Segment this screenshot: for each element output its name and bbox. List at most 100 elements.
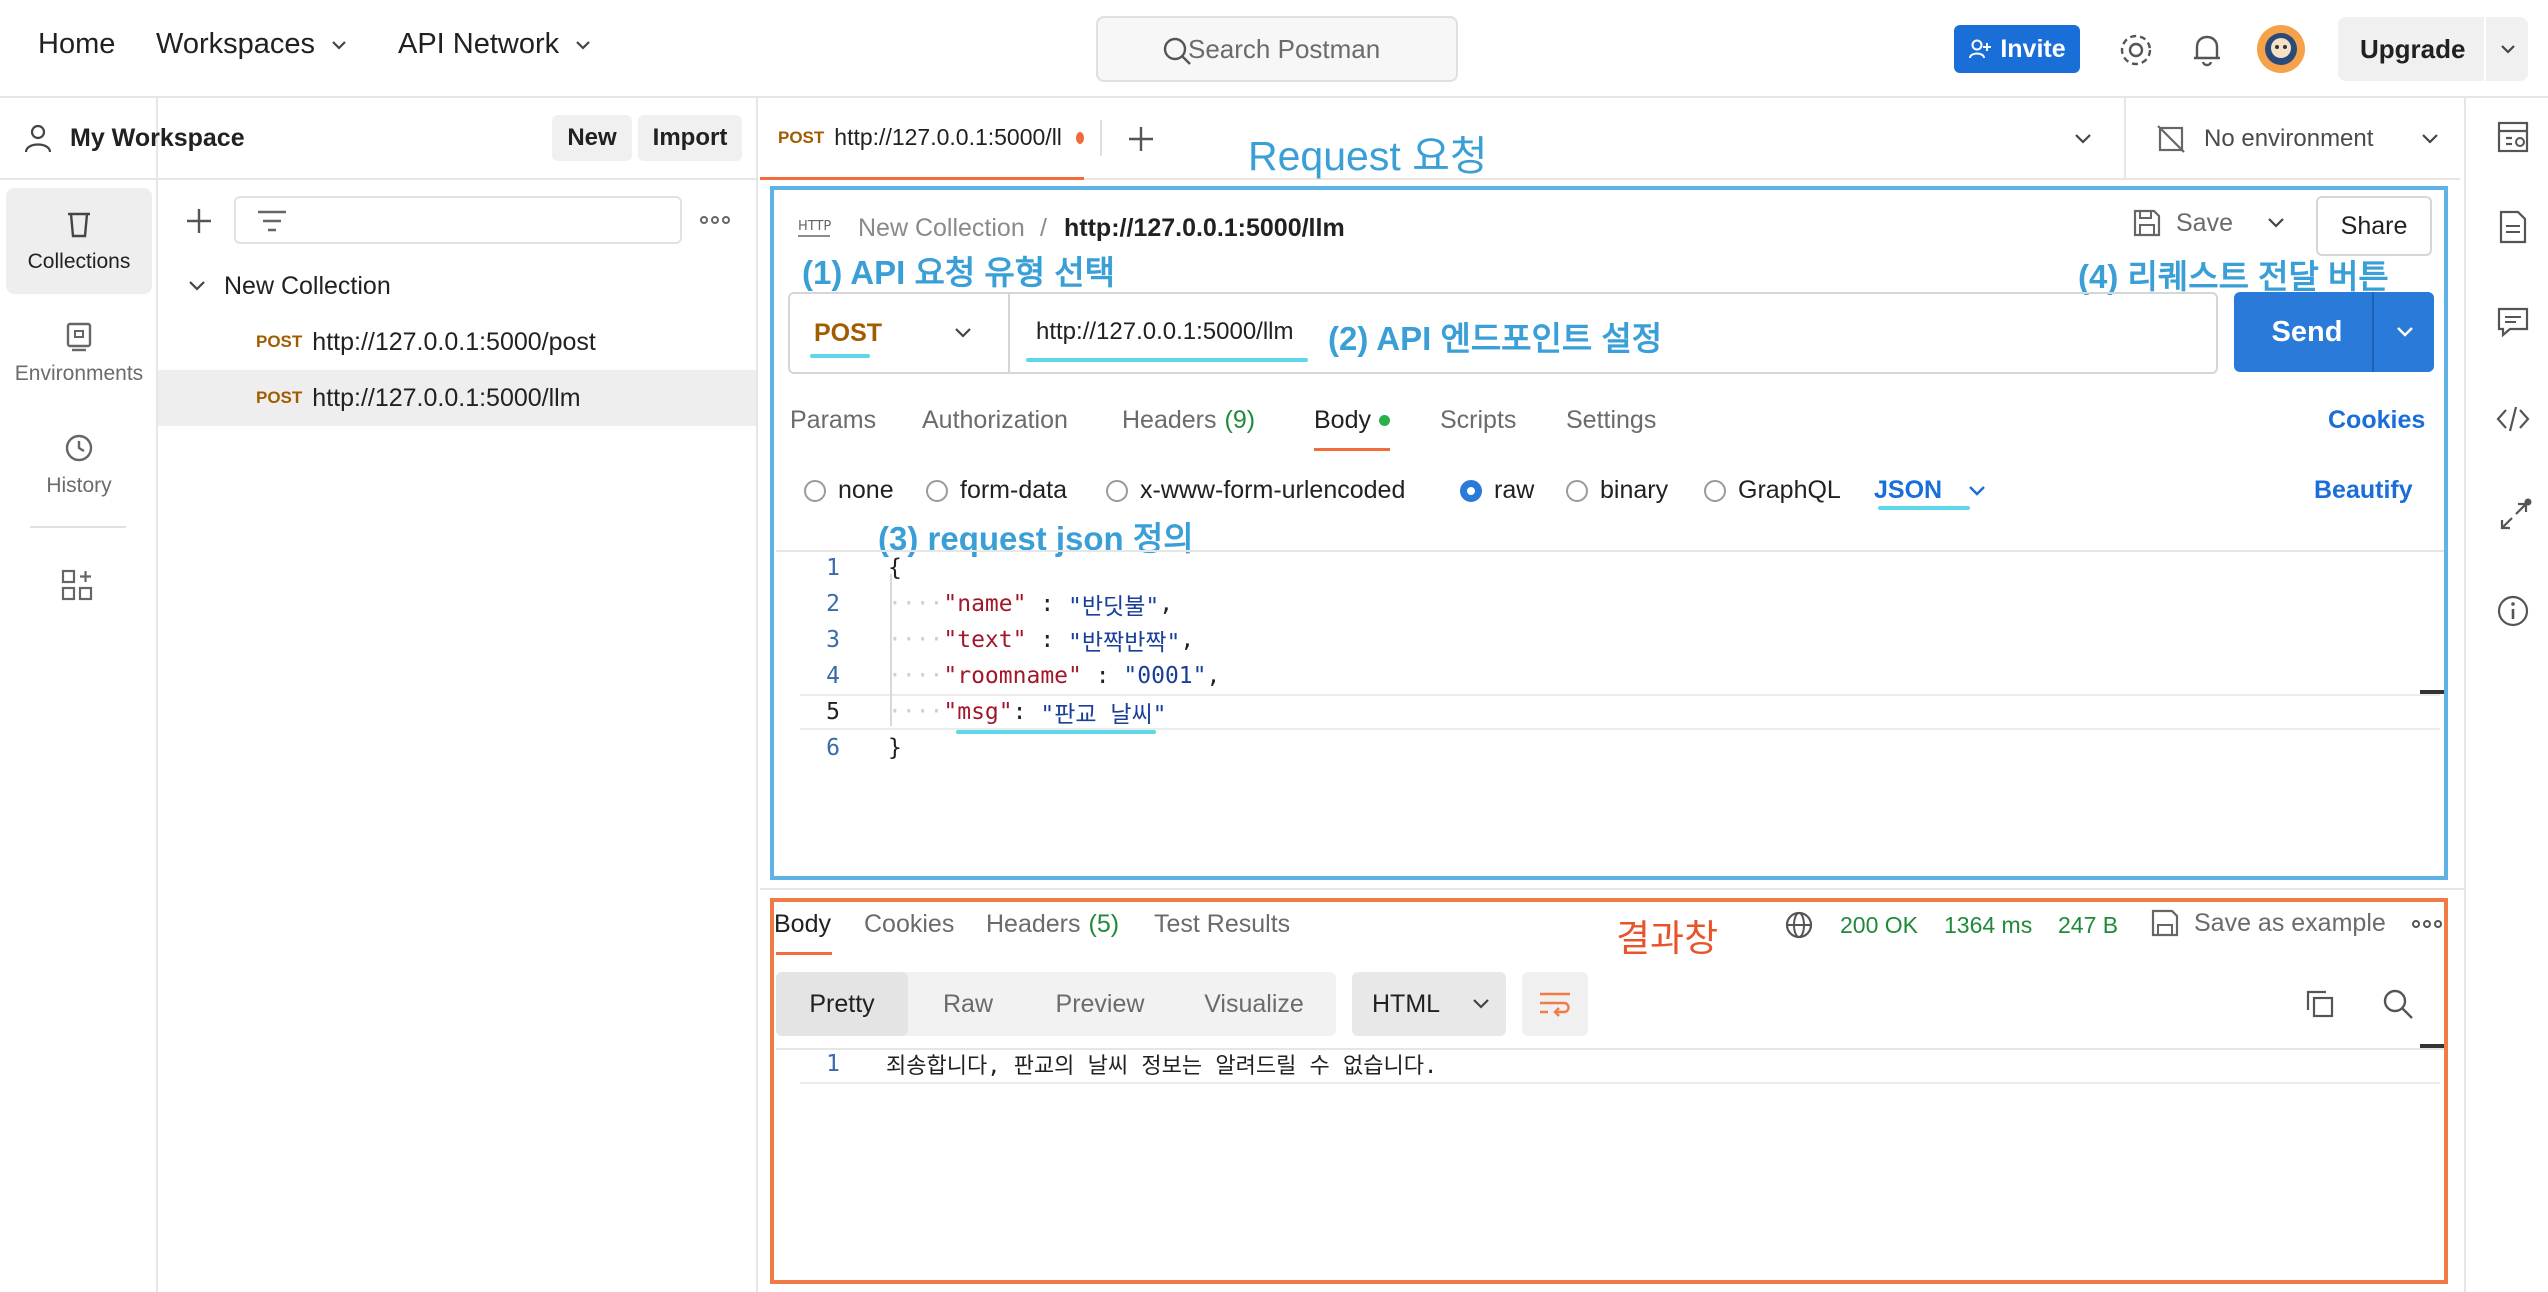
line-number: 5 <box>826 699 840 725</box>
json-key: "name" <box>943 591 1027 617</box>
view-raw[interactable]: Raw <box>908 972 1028 1036</box>
tab-params[interactable]: Params <box>790 406 876 435</box>
workspaces-menu[interactable]: Workspaces <box>156 28 349 61</box>
code-line: 6} <box>800 730 2440 766</box>
avatar[interactable] <box>2256 24 2306 74</box>
tab-headers[interactable]: Headers (9) <box>1122 406 1255 435</box>
workspace-name: My Workspace <box>70 124 245 152</box>
body-format-select[interactable]: JSON <box>1874 476 1988 505</box>
home-link[interactable]: Home <box>38 28 115 61</box>
indent: ···· <box>888 663 944 689</box>
view-pretty[interactable]: Pretty <box>776 972 908 1036</box>
view-visualize[interactable]: Visualize <box>1172 972 1336 1036</box>
import-button[interactable]: Import <box>638 115 742 161</box>
tab-underline <box>776 952 832 955</box>
more-options-icon[interactable] <box>700 210 730 230</box>
more-options-icon[interactable] <box>2412 916 2442 932</box>
tab-request[interactable]: POST http://127.0.0.1:5000/ll <box>760 98 1084 180</box>
tab-settings[interactable]: Settings <box>1566 406 1656 435</box>
environment-selector[interactable]: No environment <box>2124 98 2464 180</box>
bell-icon[interactable] <box>2190 32 2224 68</box>
globe-icon[interactable] <box>1784 910 1814 940</box>
tab-scripts[interactable]: Scripts <box>1440 406 1516 435</box>
response-time[interactable]: 1364 ms <box>1944 912 2032 939</box>
radio-raw[interactable]: raw <box>1460 476 1534 505</box>
list-item[interactable]: POST http://127.0.0.1:5000/post <box>158 314 756 370</box>
radio-none[interactable]: none <box>804 476 894 505</box>
related-collections-icon[interactable] <box>2496 498 2532 534</box>
view-label: Visualize <box>1204 989 1304 1018</box>
filter-input[interactable] <box>234 196 682 244</box>
chevron-down-icon[interactable] <box>2498 39 2518 59</box>
search-input[interactable]: Search Postman <box>1096 16 1458 82</box>
radio-circle <box>804 479 826 502</box>
comment-icon[interactable] <box>2496 306 2530 338</box>
url-input[interactable]: http://127.0.0.1:5000/llm <box>1036 318 1294 346</box>
line-number: 1 <box>826 1051 840 1077</box>
cookies-link[interactable]: Cookies <box>2328 406 2425 435</box>
api-network-label: API Network <box>398 28 560 60</box>
view-label: Raw <box>942 989 993 1018</box>
response-tab-cookies[interactable]: Cookies <box>864 910 954 939</box>
save-button[interactable]: Save <box>2132 208 2287 238</box>
method-select[interactable]: POST <box>790 294 1010 372</box>
request-url: http://127.0.0.1:5000/post <box>312 327 596 356</box>
collection-item[interactable]: New Collection <box>186 258 746 314</box>
indent: ···· <box>888 699 944 725</box>
chevron-down-icon[interactable] <box>2394 321 2416 343</box>
unsaved-dot <box>1075 131 1084 144</box>
gear-icon[interactable] <box>2118 32 2154 68</box>
chevron-down-icon[interactable] <box>2072 128 2094 150</box>
status-dot <box>1378 415 1390 426</box>
send-label: Send <box>2271 315 2343 348</box>
beautify-link[interactable]: Beautify <box>2314 476 2413 505</box>
tab-authorization[interactable]: Authorization <box>922 406 1068 435</box>
radio-graphql[interactable]: GraphQL <box>1704 476 1841 505</box>
radio-circle <box>1460 479 1482 502</box>
radio-form-data[interactable]: form-data <box>926 476 1067 505</box>
send-button[interactable]: Send <box>2234 292 2434 372</box>
response-format-select[interactable]: HTML <box>1352 972 1506 1036</box>
wrap-lines-button[interactable] <box>1522 972 1588 1036</box>
json-sep: : <box>1026 627 1069 653</box>
copy-icon[interactable] <box>2304 988 2336 1020</box>
radio-urlencoded[interactable]: x-www-form-urlencoded <box>1106 476 1405 505</box>
response-size[interactable]: 247 B <box>2058 912 2118 939</box>
view-preview[interactable]: Preview <box>1028 972 1172 1036</box>
http-icon: HTTP <box>798 219 831 237</box>
home-label: Home <box>38 28 116 60</box>
radio-label: form-data <box>960 476 1067 504</box>
radio-binary[interactable]: binary <box>1566 476 1668 505</box>
upgrade-button[interactable]: Upgrade <box>2338 17 2528 81</box>
chevron-down-icon[interactable] <box>2265 212 2287 234</box>
response-tab-headers[interactable]: Headers (5) <box>986 910 1119 939</box>
body-format-label: JSON <box>1874 476 1943 504</box>
info-icon[interactable] <box>2496 594 2530 628</box>
api-network-menu[interactable]: API Network <box>398 28 593 61</box>
code-icon[interactable] <box>2496 404 2530 434</box>
share-button[interactable]: Share <box>2316 196 2432 256</box>
json-comma: , <box>1206 663 1221 689</box>
json-value: "반짝반짝" <box>1068 630 1181 656</box>
status-badge[interactable]: 200 OK <box>1840 912 1918 939</box>
invite-button[interactable]: Invite <box>1954 25 2080 73</box>
plus-icon[interactable] <box>1126 124 1156 154</box>
plus-icon[interactable] <box>184 206 214 236</box>
new-button[interactable]: New <box>552 115 632 161</box>
tab-underline <box>1314 448 1390 451</box>
search-icon[interactable] <box>2382 988 2414 1020</box>
add-apps-icon[interactable] <box>60 568 94 602</box>
response-body[interactable]: 1 죄송합니다, 판교의 날씨 정보는 알려드릴 수 없습니다. <box>800 1046 2440 1084</box>
environment-quicklook-icon[interactable] <box>2496 120 2530 154</box>
tab-body[interactable]: Body <box>1314 406 1390 435</box>
breadcrumb-request[interactable]: http://127.0.0.1:5000/llm <box>1064 214 1345 243</box>
breadcrumb-collection[interactable]: New Collection <box>858 214 1025 243</box>
rail-environments[interactable]: Environments <box>6 300 152 406</box>
list-item[interactable]: POST http://127.0.0.1:5000/llm <box>158 370 756 426</box>
rail-collections[interactable]: Collections <box>6 188 152 294</box>
response-tab-body[interactable]: Body <box>774 910 831 939</box>
rail-history[interactable]: History <box>6 412 152 518</box>
save-example-button[interactable]: Save as example <box>2150 908 2386 938</box>
response-tab-test-results[interactable]: Test Results <box>1154 910 1290 939</box>
documentation-icon[interactable] <box>2498 210 2528 244</box>
